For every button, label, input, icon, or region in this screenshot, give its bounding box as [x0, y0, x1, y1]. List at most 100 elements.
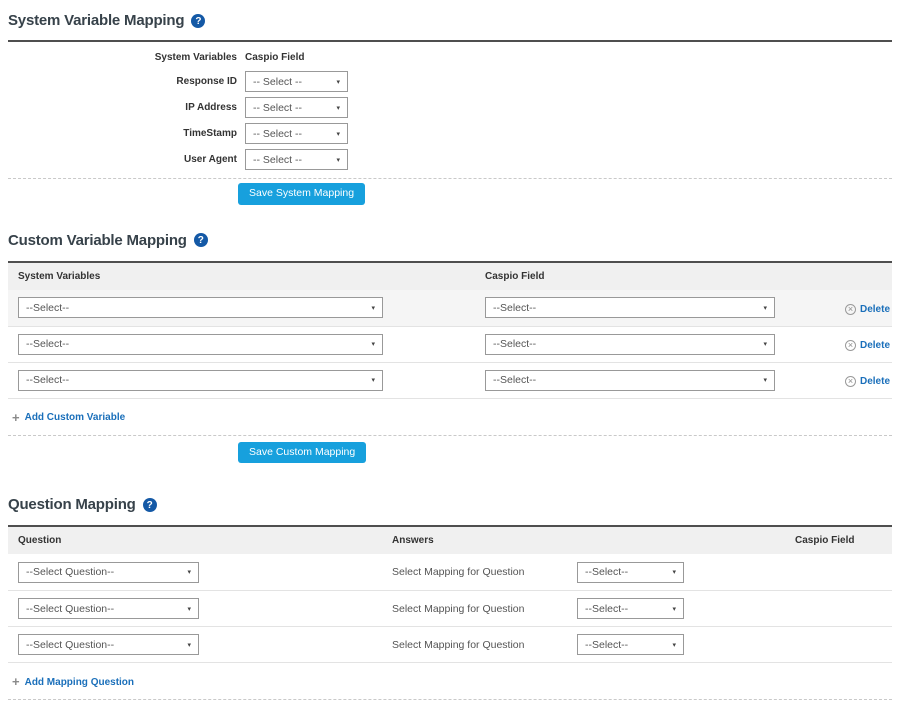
custom-system-variable-select[interactable]: --Select-- ▾ — [18, 334, 383, 355]
select-value: --Select Question-- — [26, 603, 114, 615]
select-value: --Select Question-- — [26, 639, 114, 651]
delete-circle-icon: × — [845, 340, 856, 351]
select-value: -- Select -- — [253, 76, 302, 88]
system-section-title-text: System Variable Mapping — [8, 12, 184, 29]
save-custom-mapping-button[interactable]: Save Custom Mapping — [238, 442, 366, 464]
custom-mapping-table: System Variables Caspio Field --Select--… — [8, 261, 892, 399]
delete-label: Delete — [860, 340, 890, 351]
question-section-title: Question Mapping ? — [8, 463, 892, 525]
ip-address-select[interactable]: -- Select -- ▾ — [245, 97, 348, 118]
select-value: -- Select -- — [253, 154, 302, 166]
custom-variable-mapping-section: Custom Variable Mapping ? System Variabl… — [8, 205, 892, 464]
add-custom-variable-link[interactable]: + Add Custom Variable — [12, 412, 125, 423]
dashed-divider — [8, 178, 892, 179]
select-value: --Select-- — [26, 338, 69, 350]
select-mapping-for-question-label: Select Mapping for Question — [392, 603, 577, 615]
question-table-row: --Select Question-- ▾ Select Mapping for… — [8, 590, 892, 626]
select-value: --Select-- — [493, 302, 536, 314]
timestamp-label: TimeStamp — [8, 128, 237, 139]
system-form-row: Response ID -- Select -- ▾ — [8, 71, 892, 92]
chevron-down-icon: ▾ — [187, 605, 191, 613]
question-select[interactable]: --Select Question-- ▾ — [18, 562, 199, 583]
question-table-row: --Select Question-- ▾ Select Mapping for… — [8, 554, 892, 590]
custom-caspio-field-select[interactable]: --Select-- ▾ — [485, 334, 775, 355]
timestamp-select[interactable]: -- Select -- ▾ — [245, 123, 348, 144]
select-value: -- Select -- — [253, 128, 302, 140]
caspio-field-column-header: Caspio Field — [245, 52, 892, 63]
select-value: --Select Question-- — [26, 566, 114, 578]
caspio-field-column-header: Caspio Field — [785, 535, 892, 546]
select-value: --Select-- — [26, 374, 69, 386]
chevron-down-icon: ▾ — [187, 568, 191, 576]
user-agent-label: User Agent — [8, 154, 237, 165]
custom-save-row: Save Custom Mapping — [238, 442, 892, 464]
custom-table-row: --Select-- ▾ --Select-- ▾ × Delete — [8, 290, 892, 326]
chevron-down-icon: ▾ — [336, 104, 340, 112]
dashed-divider — [8, 699, 892, 700]
chevron-down-icon: ▾ — [672, 605, 676, 613]
question-mapping-section: Question Mapping ? Question Answers Casp… — [8, 463, 892, 701]
select-value: --Select-- — [493, 338, 536, 350]
chevron-down-icon: ▾ — [763, 376, 767, 384]
custom-caspio-field-select[interactable]: --Select-- ▾ — [485, 370, 775, 391]
select-value: --Select-- — [585, 566, 628, 578]
custom-system-variable-select[interactable]: --Select-- ▾ — [18, 297, 383, 318]
custom-system-variable-select[interactable]: --Select-- ▾ — [18, 370, 383, 391]
delete-custom-variable-link[interactable]: × Delete — [845, 376, 890, 387]
system-form-row: User Agent -- Select -- ▾ — [8, 149, 892, 170]
chevron-down-icon: ▾ — [763, 304, 767, 312]
custom-caspio-field-select[interactable]: --Select-- ▾ — [485, 297, 775, 318]
delete-circle-icon: × — [845, 376, 856, 387]
system-save-row: Save System Mapping — [238, 183, 892, 205]
select-value: --Select-- — [493, 374, 536, 386]
chevron-down-icon: ▾ — [672, 641, 676, 649]
answers-column-header: Answers — [382, 535, 785, 546]
add-mapping-question-label: Add Mapping Question — [25, 677, 134, 688]
save-system-mapping-button[interactable]: Save System Mapping — [238, 183, 365, 205]
system-section-title: System Variable Mapping ? — [8, 0, 892, 40]
custom-table-row: --Select-- ▾ --Select-- ▾ × Delete — [8, 326, 892, 362]
delete-circle-icon: × — [845, 304, 856, 315]
select-value: -- Select -- — [253, 102, 302, 114]
help-icon[interactable]: ? — [143, 498, 157, 512]
question-section-title-text: Question Mapping — [8, 496, 136, 513]
system-mapping-form: System Variables Caspio Field Response I… — [8, 42, 892, 170]
question-select[interactable]: --Select Question-- ▾ — [18, 634, 199, 655]
chevron-down-icon: ▾ — [371, 304, 375, 312]
system-variables-column-header: System Variables — [8, 271, 475, 282]
delete-custom-variable-link[interactable]: × Delete — [845, 304, 890, 315]
add-mapping-question-link[interactable]: + Add Mapping Question — [12, 677, 134, 688]
chevron-down-icon: ▾ — [187, 641, 191, 649]
system-variable-mapping-section: System Variable Mapping ? System Variabl… — [8, 0, 892, 205]
system-form-row: TimeStamp -- Select -- ▾ — [8, 123, 892, 144]
chevron-down-icon: ▾ — [336, 78, 340, 86]
help-icon[interactable]: ? — [191, 14, 205, 28]
system-variables-column-header: System Variables — [8, 52, 237, 63]
custom-section-title-text: Custom Variable Mapping — [8, 232, 187, 249]
caspio-field-column-header: Caspio Field — [475, 271, 840, 282]
chevron-down-icon: ▾ — [371, 340, 375, 348]
chevron-down-icon: ▾ — [763, 340, 767, 348]
help-icon[interactable]: ? — [194, 233, 208, 247]
chevron-down-icon: ▾ — [336, 130, 340, 138]
user-agent-select[interactable]: -- Select -- ▾ — [245, 149, 348, 170]
system-form-header: System Variables Caspio Field — [8, 52, 892, 63]
chevron-down-icon: ▾ — [371, 376, 375, 384]
chevron-down-icon: ▾ — [672, 568, 676, 576]
question-mapping-table: Question Answers Caspio Field --Select Q… — [8, 525, 892, 663]
delete-custom-variable-link[interactable]: × Delete — [845, 340, 890, 351]
question-table-row: --Select Question-- ▾ Select Mapping for… — [8, 626, 892, 662]
answer-mapping-select[interactable]: --Select-- ▾ — [577, 598, 684, 619]
plus-icon: + — [12, 677, 20, 687]
response-id-select[interactable]: -- Select -- ▾ — [245, 71, 348, 92]
question-select[interactable]: --Select Question-- ▾ — [18, 598, 199, 619]
answer-mapping-select[interactable]: --Select-- ▾ — [577, 634, 684, 655]
add-custom-variable-label: Add Custom Variable — [25, 412, 126, 423]
custom-table-header: System Variables Caspio Field — [8, 263, 892, 290]
plus-icon: + — [12, 413, 20, 423]
delete-label: Delete — [860, 376, 890, 387]
question-column-header: Question — [8, 535, 382, 546]
answer-mapping-select[interactable]: --Select-- ▾ — [577, 562, 684, 583]
chevron-down-icon: ▾ — [336, 156, 340, 164]
dashed-divider — [8, 435, 892, 436]
